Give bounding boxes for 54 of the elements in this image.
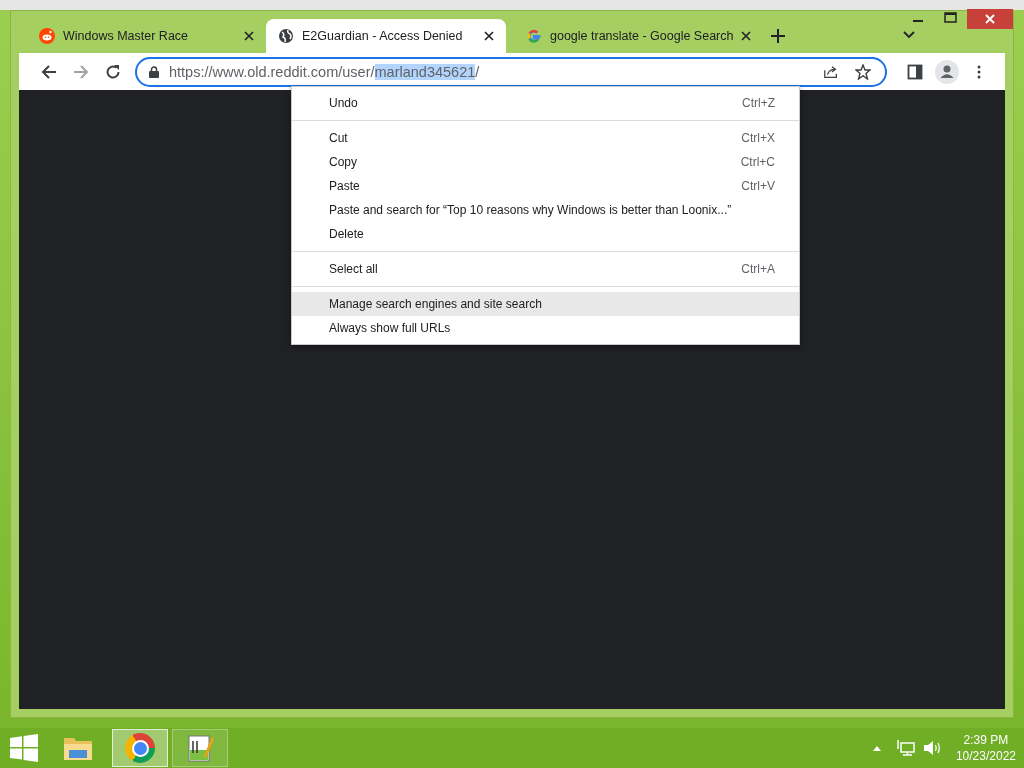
close-icon[interactable] bbox=[484, 31, 494, 41]
menu-item[interactable]: Paste Ctrl+V bbox=[292, 174, 799, 198]
menu-item-label: Cut bbox=[329, 131, 349, 145]
close-icon[interactable] bbox=[244, 31, 254, 41]
menu-item[interactable]: Always show full URLs bbox=[292, 316, 799, 340]
chrome-icon bbox=[125, 733, 155, 763]
tab-title: Windows Master Race bbox=[63, 29, 190, 43]
new-tab-icon[interactable] bbox=[771, 29, 785, 43]
taskbar-button[interactable] bbox=[172, 729, 228, 767]
browser-tab[interactable]: Windows Master Race bbox=[19, 19, 266, 53]
menu-item-label: Manage search engines and site search bbox=[329, 297, 543, 311]
menu-item[interactable]: Undo Ctrl+Z bbox=[292, 91, 799, 115]
tab-title: E2Guardian - Access Denied bbox=[302, 29, 464, 43]
menu-item-label: Undo bbox=[329, 96, 359, 110]
menu-item[interactable]: Delete bbox=[292, 222, 799, 246]
menu-item[interactable]: Manage search engines and site search bbox=[292, 292, 799, 316]
browser-tab[interactable]: E2Guardian - Access Denied bbox=[266, 19, 506, 53]
caret-up-icon[interactable] bbox=[871, 744, 882, 752]
close-icon[interactable] bbox=[741, 31, 752, 41]
lock-icon bbox=[149, 65, 159, 78]
tab-title: google translate - Google Search bbox=[550, 29, 734, 43]
clock-date: 10/23/2022 bbox=[955, 748, 1016, 764]
browser-tab[interactable]: google translate - Google Search bbox=[506, 19, 753, 53]
menu-item-label: Delete bbox=[329, 227, 365, 241]
menu-item[interactable]: Select all Ctrl+A bbox=[292, 257, 799, 281]
shortcut-label: Ctrl+X bbox=[741, 131, 775, 145]
menu-item-label: Select all bbox=[329, 262, 379, 276]
windows-logo-icon[interactable] bbox=[10, 734, 38, 762]
share-icon[interactable] bbox=[823, 63, 839, 80]
url-text: https://www.old.reddit.com/user/marland345621/ bbox=[169, 63, 480, 80]
reddit-icon bbox=[39, 28, 55, 44]
chevron-down-icon[interactable] bbox=[903, 31, 915, 39]
shortcut-label: Ctrl+A bbox=[741, 262, 775, 276]
shortcut-label: Ctrl+V bbox=[741, 179, 775, 193]
star-icon[interactable] bbox=[855, 63, 871, 80]
shortcut-label: Ctrl+C bbox=[740, 155, 775, 169]
notepad-icon bbox=[185, 733, 215, 763]
menu-item[interactable]: Copy Ctrl+C bbox=[292, 150, 799, 174]
google-icon bbox=[526, 28, 542, 44]
side-panel-icon[interactable] bbox=[907, 63, 923, 80]
menu-item-label: Always show full URLs bbox=[329, 321, 452, 335]
reload-icon[interactable] bbox=[105, 63, 121, 80]
taskbar-button[interactable] bbox=[112, 729, 168, 767]
menu-item[interactable]: Cut Ctrl+X bbox=[292, 126, 799, 150]
clock-time: 2:39 PM bbox=[963, 732, 1009, 748]
menu-item[interactable]: Paste and search for “Top 10 reasons why Windows is better than Loonix...” bbox=[292, 198, 799, 222]
volume-icon[interactable] bbox=[921, 739, 942, 757]
profile-icon[interactable] bbox=[935, 59, 959, 84]
menu-item-label: Paste bbox=[329, 179, 361, 193]
shortcut-label: Ctrl+Z bbox=[742, 96, 775, 110]
back-icon[interactable] bbox=[41, 63, 57, 80]
globe-icon bbox=[278, 28, 294, 44]
menu-item-label: Paste and search for “Top 10 reasons why Windows is better than Loonix...” bbox=[329, 203, 733, 217]
menu-item-label: Copy bbox=[329, 155, 358, 169]
